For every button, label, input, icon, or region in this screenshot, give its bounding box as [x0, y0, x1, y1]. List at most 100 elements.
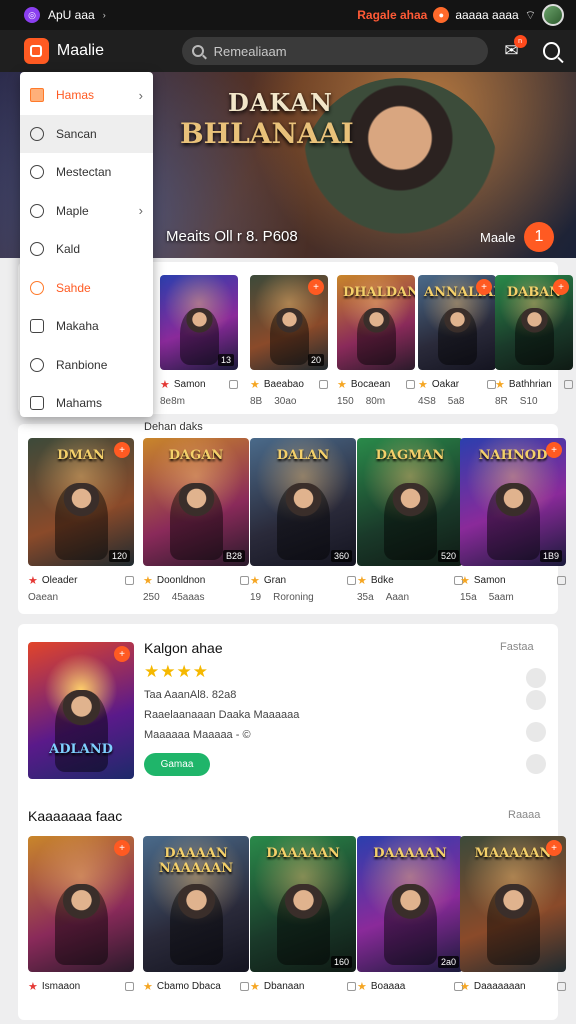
brand-name: Maalie — [56, 42, 104, 59]
tile-chip: 2a0 — [437, 956, 459, 968]
tile-name: Bathhrian — [508, 379, 552, 390]
search-icon — [30, 126, 44, 141]
game-tile[interactable]: DABAN + — [495, 275, 573, 370]
game-tile[interactable]: DAGAN B28 — [143, 438, 249, 566]
tile-name-row: ★ Doonldnon — [143, 574, 249, 587]
bookmark-icon[interactable] — [240, 576, 249, 585]
game-tile[interactable]: +20 — [250, 275, 328, 370]
tile-name-row: ★ Baeabao — [250, 378, 328, 391]
tile-count: S10 — [519, 396, 538, 407]
star-icon: ★ — [337, 379, 347, 391]
menu-item-maple[interactable]: Maple › — [20, 192, 153, 231]
hero-more-link[interactable]: Maale — [480, 230, 515, 245]
star-icon: ★ — [250, 981, 260, 993]
bookmark-icon[interactable] — [319, 380, 328, 389]
plus-icon[interactable]: + — [546, 840, 562, 856]
option-circle[interactable] — [526, 668, 546, 688]
bookmark-icon[interactable] — [564, 380, 573, 389]
plus-icon[interactable]: + — [114, 840, 130, 856]
game-tile[interactable]: 13 — [160, 275, 238, 370]
game-tile[interactable]: MAAAAAN + — [460, 836, 566, 972]
tile-name: Samon — [173, 379, 206, 390]
tile-name: Bocaean — [350, 379, 391, 390]
bookmark-icon[interactable] — [347, 576, 356, 585]
bookmark-icon[interactable] — [125, 982, 134, 991]
game-tile[interactable]: DAGMAN 520 — [357, 438, 463, 566]
tile-stats-row: 250 45aaas — [143, 592, 205, 603]
plus-icon[interactable]: + — [553, 279, 569, 295]
tile-character-art — [437, 308, 477, 366]
game-tile[interactable]: DAAAAAN 160 — [250, 836, 356, 972]
game-tile[interactable]: NAHNOD +1B9 — [460, 438, 566, 566]
tile-name-row: ★ Ismaaon — [28, 980, 134, 993]
tile-character-art — [169, 482, 223, 560]
alert-text: Ragale ahaa — [357, 8, 428, 22]
plus-icon[interactable]: + — [114, 442, 130, 458]
menu-item-home[interactable]: Hamas › — [20, 76, 153, 115]
menu-item-messages[interactable]: Mestectan — [20, 153, 153, 192]
tile-art-title: DAGMAN — [375, 448, 445, 463]
menu-item-sahde[interactable]: Sahde — [20, 269, 153, 308]
search-box[interactable] — [181, 37, 489, 65]
tile-character-art — [276, 482, 330, 560]
menu-item-mahams[interactable]: Mahams — [20, 384, 153, 423]
menu-item-search[interactable]: Sancan — [20, 114, 153, 153]
bookmark-icon[interactable] — [240, 982, 249, 991]
game-tile[interactable]: DAAAAN NAAAAAN — [143, 836, 249, 972]
bookmark-icon[interactable] — [229, 380, 238, 389]
game-tile[interactable]: DAAAAAN 2a0 — [357, 836, 463, 972]
search-button[interactable] — [542, 42, 561, 60]
tile-character-art — [169, 883, 223, 966]
tile-name: Baeabao — [263, 379, 304, 390]
option-circle[interactable] — [526, 690, 546, 710]
plus-icon[interactable]: + — [114, 646, 130, 662]
notifications-button[interactable]: ✉ n — [504, 35, 527, 61]
avatar[interactable] — [542, 4, 564, 26]
featured-link[interactable]: Fastaa — [500, 641, 534, 653]
notification-badge: n — [513, 35, 527, 48]
menu-item-makaha[interactable]: Makaha — [20, 307, 153, 346]
search-input[interactable] — [213, 43, 474, 59]
star-icon: ★ — [357, 575, 367, 587]
bookmark-icon[interactable] — [347, 982, 356, 991]
plus-icon[interactable]: + — [546, 442, 562, 458]
app-switcher-icon[interactable]: ◎ — [24, 7, 40, 23]
tile-character-art — [54, 883, 108, 966]
featured-line1: Taa AaanAl8. 82a8 — [144, 689, 237, 701]
bookmark-icon[interactable] — [557, 576, 566, 585]
plus-icon[interactable]: + — [476, 279, 492, 295]
tile-name: Gran — [263, 575, 287, 586]
tile-name-row: ★ Cbamo Dbaca — [143, 980, 249, 993]
hero-next-button[interactable]: 1 — [524, 222, 554, 252]
game-tile[interactable]: DHALDANIA — [337, 275, 415, 370]
bookmark-icon[interactable] — [557, 982, 566, 991]
tile-rating: 15a — [460, 592, 477, 603]
row3-link[interactable]: Raaaa — [508, 809, 540, 821]
menu-item-ranbione[interactable]: Ranbione — [20, 346, 153, 385]
featured-cover[interactable]: ADLAND + — [28, 642, 134, 779]
game-tile[interactable]: DALAN 360 — [250, 438, 356, 566]
option-circle[interactable] — [526, 722, 546, 742]
tile-name-row: ★ Oakar — [418, 378, 496, 391]
featured-play-button[interactable]: Gamaa — [144, 753, 210, 776]
brand-logo-icon[interactable] — [24, 38, 49, 64]
tile-count: Aaan — [385, 592, 410, 603]
game-tile[interactable]: + — [28, 836, 134, 972]
game-tile[interactable]: DMAN +120 — [28, 438, 134, 566]
tile-character-art — [269, 308, 309, 366]
tile-rating: 8R — [495, 396, 508, 407]
tile-art-title: DAAAAAN — [266, 846, 340, 861]
chevron-right-icon: › — [138, 203, 143, 219]
bookmark-icon[interactable] — [406, 380, 415, 389]
tile-stats-row: Oaean — [28, 592, 70, 603]
menu-item-kald[interactable]: Kald — [20, 230, 153, 269]
option-circle[interactable] — [526, 754, 546, 774]
tile-stats-row: 19 Roroning — [250, 592, 314, 603]
tile-rating: 150 — [337, 396, 354, 407]
plus-icon[interactable]: + — [308, 279, 324, 295]
bookmark-icon[interactable] — [125, 576, 134, 585]
app-name: ApU aaa — [48, 8, 95, 22]
tile-stats-row: 15a 5aam — [460, 592, 514, 603]
tile-count: Roroning — [273, 592, 314, 603]
game-tile[interactable]: ANNALIANE+ — [418, 275, 496, 370]
